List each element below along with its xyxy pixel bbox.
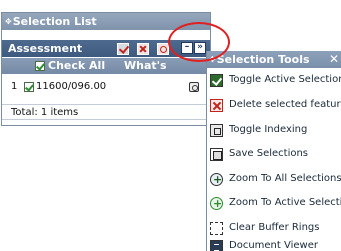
save-icon	[210, 148, 223, 161]
delete-icon	[210, 99, 223, 112]
tool-label: Toggle Indexing	[229, 124, 308, 135]
zoom-all-icon	[210, 171, 223, 189]
total-items: Total: 1 items	[2, 104, 210, 120]
selection-list-title: Selection List	[12, 15, 97, 28]
list-header-row: Check All What's Nearby	[2, 58, 210, 88]
tool-label: Delete selected features	[229, 99, 341, 110]
assessment-label: Assessment	[8, 42, 83, 55]
zoom-to-all-selections-item[interactable]: Zoom To All Selections	[207, 170, 341, 189]
clear-buffer-rings-item[interactable]: Clear Buffer Rings	[207, 219, 341, 237]
row-index: 1	[11, 81, 18, 92]
close-icon[interactable]: ✕	[328, 51, 340, 68]
selection-tools-title-bar[interactable]: ✥Selection Tools	[207, 51, 341, 68]
indexing-icon	[210, 124, 223, 137]
check-all-label: Check All	[48, 59, 106, 72]
save-selections-item[interactable]: Save Selections	[207, 145, 341, 163]
document-viewer-item[interactable]: Document Viewer	[207, 237, 341, 251]
selection-tools-panel: ✥Selection Tools ✕ Toggle Active Selecti…	[206, 51, 341, 251]
document-viewer-icon	[210, 240, 223, 251]
tool-label: Zoom To Active Selections	[229, 197, 341, 208]
table-row: 1 11600/096.00	[2, 79, 210, 95]
tool-label: Zoom To All Selections	[229, 173, 341, 184]
tool-label: Toggle Active Selection	[229, 74, 341, 85]
row-parcel-id[interactable]: 11600/096.00	[36, 79, 106, 95]
clear-buffer-icon	[210, 222, 223, 235]
delete-x-icon[interactable]	[137, 43, 149, 55]
selection-tools-title: Selection Tools	[216, 53, 310, 66]
zoom-active-icon	[210, 195, 223, 213]
tool-label: Clear Buffer Rings	[229, 222, 320, 233]
toggle-active-selection-item[interactable]: Toggle Active Selection	[207, 71, 341, 89]
delete-selected-features-item[interactable]: Delete selected features	[207, 96, 341, 114]
zoom-icon[interactable]	[157, 43, 169, 55]
toggle-indexing-item[interactable]: Toggle Indexing	[207, 121, 341, 139]
whats-nearby-icon[interactable]	[189, 82, 199, 92]
checkmark-icon[interactable]	[117, 43, 129, 55]
zoom-to-active-selections-item[interactable]: Zoom To Active Selections	[207, 194, 341, 213]
check-all-checkbox[interactable]	[35, 61, 45, 71]
toggle-active-icon	[210, 74, 223, 87]
highlight-annotation	[168, 22, 230, 62]
tool-label: Save Selections	[229, 148, 309, 159]
tool-label: Document Viewer	[229, 240, 318, 251]
row-checkbox[interactable]	[24, 82, 34, 92]
diamond-icon: ✥	[5, 17, 12, 26]
